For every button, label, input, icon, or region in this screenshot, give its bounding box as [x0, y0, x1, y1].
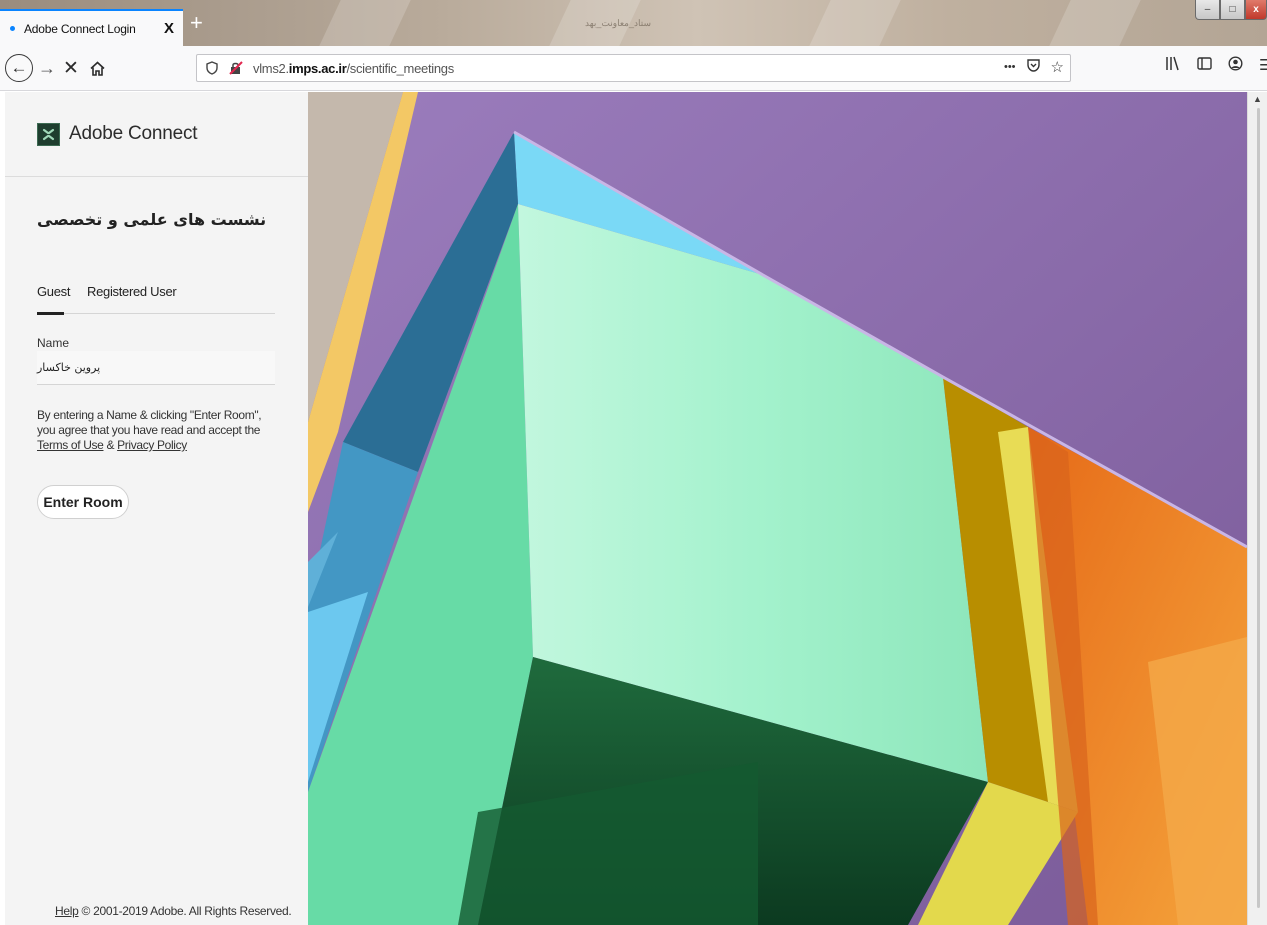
browser-tab-adobe-connect[interactable]: Adobe Connect Login X — [0, 9, 183, 46]
help-link[interactable]: Help — [55, 904, 79, 918]
agreement-text: By entering a Name & clicking "Enter Roo… — [37, 408, 262, 452]
forward-arrow-icon: → — [38, 57, 56, 78]
home-button[interactable] — [86, 54, 108, 82]
active-tab-indicator — [37, 312, 64, 315]
login-tabs: Guest Registered User — [37, 284, 275, 315]
stop-icon: ✕ — [63, 57, 79, 79]
account-icon[interactable] — [1228, 56, 1243, 75]
browser-tab-bar: Adobe Connect Login X + ستاد_معاونت_بهد … — [0, 0, 1267, 46]
hero-background-image — [308, 92, 1247, 925]
pocket-icon[interactable] — [1026, 58, 1041, 77]
name-input[interactable]: پروین خاکسار — [37, 351, 275, 385]
app-name: Adobe Connect — [69, 123, 198, 144]
back-button[interactable]: ← — [5, 54, 33, 82]
new-tab-button[interactable]: + — [190, 12, 203, 34]
page-scrollbar[interactable]: ▲ — [1247, 92, 1267, 925]
scrollbar-thumb[interactable] — [1257, 108, 1260, 908]
name-label: Name — [37, 336, 70, 350]
browser-navigation-bar: ← → ✕ vlms2.imps.ac.ir/scientific_meetin… — [0, 46, 1267, 91]
room-title: نشست های علمی و تخصصی — [37, 210, 267, 229]
window-maximize-button[interactable]: □ — [1220, 0, 1245, 20]
adobe-connect-logo-icon — [37, 122, 60, 146]
back-arrow-icon: ← — [10, 58, 28, 77]
copyright-text: © 2001-2019 Adobe. All Rights Reserved. — [78, 904, 292, 918]
library-icon[interactable] — [1165, 56, 1181, 75]
footer: Help © 2001-2019 Adobe. All Rights Reser… — [55, 904, 292, 918]
privacy-policy-link[interactable]: Privacy Policy — [117, 438, 187, 452]
app-header: Adobe Connect — [5, 92, 308, 177]
tab-guest[interactable]: Guest — [37, 284, 70, 299]
page-actions-more-icon[interactable]: ••• — [1004, 58, 1016, 77]
insecure-lock-icon[interactable] — [227, 61, 245, 75]
menu-hamburger-icon[interactable]: ☰ — [1259, 56, 1267, 75]
window-minimize-button[interactable]: – — [1195, 0, 1220, 20]
forward-button[interactable]: → — [36, 54, 58, 82]
tab-registered-user[interactable]: Registered User — [87, 284, 177, 299]
shield-icon[interactable] — [203, 61, 221, 75]
login-panel: Adobe Connect نشست های علمی و تخصصی Gues… — [5, 92, 308, 925]
tab-loading-icon — [10, 26, 15, 31]
scroll-up-icon[interactable]: ▲ — [1253, 94, 1262, 104]
address-bar[interactable]: vlms2.imps.ac.ir/scientific_meetings •••… — [196, 54, 1071, 82]
window-title: ستاد_معاونت_بهد — [585, 18, 651, 28]
url-text[interactable]: vlms2.imps.ac.ir/scientific_meetings — [253, 61, 454, 76]
enter-room-button[interactable]: Enter Room — [37, 485, 129, 519]
terms-of-use-link[interactable]: Terms of Use — [37, 438, 104, 452]
geometric-artwork — [308, 92, 1247, 925]
stop-button[interactable]: ✕ — [60, 54, 82, 82]
sidebar-icon[interactable] — [1197, 56, 1212, 75]
tab-title: Adobe Connect Login — [24, 21, 136, 36]
home-icon — [89, 60, 105, 76]
window-close-button[interactable]: x — [1245, 0, 1267, 20]
bookmark-star-icon[interactable]: ☆ — [1051, 58, 1064, 77]
tab-close-icon[interactable]: X — [159, 20, 179, 37]
